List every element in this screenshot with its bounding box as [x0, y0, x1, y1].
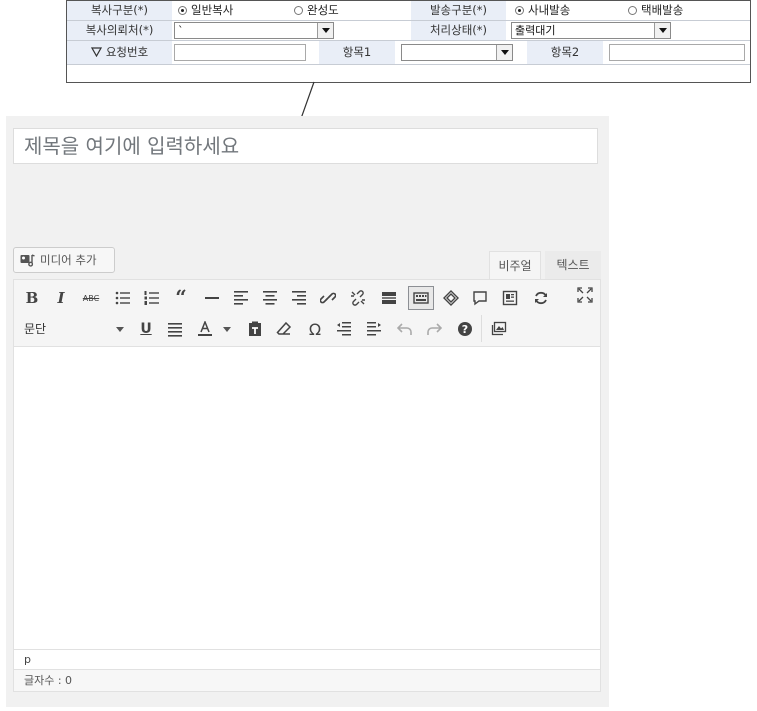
copy-type-label: 복사구분(*)	[67, 1, 172, 20]
status-select[interactable]: 출력대기	[511, 22, 671, 39]
radio-checked-icon	[515, 6, 524, 15]
align-center-icon[interactable]	[259, 287, 281, 309]
toolbar-divider	[481, 315, 482, 342]
status-label: 처리상태(*)	[411, 21, 506, 40]
chevron-down-icon	[317, 23, 333, 38]
template-icon[interactable]	[499, 287, 521, 309]
request-form-table: 복사구분(*) 일반복사 완성도 발송구분(*) 사내발송 택배발송 복사의뢰처…	[66, 0, 751, 83]
outdent-icon[interactable]	[333, 318, 355, 340]
row-divider	[67, 64, 750, 65]
align-left-icon[interactable]	[230, 287, 252, 309]
request-no-label: 요청번호	[67, 41, 172, 64]
indent-icon[interactable]	[363, 318, 385, 340]
filter-icon	[90, 47, 102, 58]
undo-icon[interactable]	[394, 318, 416, 340]
item2-input[interactable]	[609, 44, 745, 61]
request-no-input[interactable]	[174, 44, 306, 61]
radio-general-copy[interactable]: 일반복사	[178, 1, 233, 20]
requester-select[interactable]: `	[174, 22, 334, 39]
fullscreen-icon[interactable]	[574, 284, 596, 306]
redo-icon[interactable]	[423, 318, 445, 340]
media-icon	[20, 254, 35, 267]
title-input[interactable]: 제목을 여기에 입력하세요	[13, 128, 598, 164]
italic-icon[interactable]: I	[50, 287, 72, 309]
text-color-icon[interactable]	[194, 318, 216, 340]
tab-text[interactable]: 텍스트	[545, 251, 601, 279]
radio-courier-send[interactable]: 택배발송	[628, 1, 683, 20]
element-path[interactable]: p	[13, 649, 601, 670]
comment-icon[interactable]	[469, 287, 491, 309]
underline-icon[interactable]: U	[135, 318, 157, 340]
radio-internal-send[interactable]: 사내발송	[515, 1, 570, 20]
bulleted-list-icon[interactable]	[112, 287, 134, 309]
radio-completeness[interactable]: 완성도	[294, 1, 339, 20]
item2-label: 항목2	[527, 41, 603, 64]
format-select[interactable]: 문단	[19, 318, 130, 340]
strikethrough-icon[interactable]: ABC	[80, 287, 102, 309]
help-icon[interactable]: ?	[454, 318, 476, 340]
chevron-down-icon	[654, 23, 670, 38]
add-media-button[interactable]: 미디어 추가	[13, 247, 115, 273]
item1-label: 항목1	[319, 41, 395, 64]
justify-icon[interactable]	[164, 318, 186, 340]
unlink-icon[interactable]	[347, 287, 369, 309]
content-editor-area[interactable]	[13, 347, 601, 649]
chevron-down-icon	[496, 45, 512, 60]
read-more-icon[interactable]	[378, 287, 400, 309]
tab-visual[interactable]: 비주얼	[489, 251, 541, 279]
align-right-icon[interactable]	[288, 287, 310, 309]
item1-select[interactable]	[401, 44, 513, 61]
word-count: 글자수 : 0	[13, 670, 601, 692]
radio-unchecked-icon	[628, 6, 637, 15]
requester-label: 복사의뢰처(*)	[67, 21, 172, 40]
blockquote-icon[interactable]: “	[170, 285, 192, 309]
special-character-icon[interactable]: Ω	[304, 318, 326, 340]
layers-icon[interactable]	[440, 287, 462, 309]
paste-text-icon[interactable]	[244, 318, 266, 340]
bold-icon[interactable]: B	[21, 287, 43, 309]
numbered-list-icon[interactable]	[141, 287, 163, 309]
refresh-icon[interactable]	[530, 287, 552, 309]
chevron-down-icon	[116, 327, 124, 332]
horizontal-line-icon[interactable]	[201, 287, 223, 309]
send-type-label: 발송구분(*)	[411, 1, 506, 20]
radio-unchecked-icon	[294, 6, 303, 15]
radio-checked-icon	[178, 6, 187, 15]
clear-formatting-icon[interactable]	[273, 318, 295, 340]
link-icon[interactable]	[317, 287, 339, 309]
chevron-down-icon[interactable]	[223, 327, 231, 332]
svg-text:?: ?	[462, 323, 468, 336]
insert-gallery-icon[interactable]	[488, 318, 510, 340]
toolbar-toggle-icon[interactable]	[408, 286, 434, 310]
